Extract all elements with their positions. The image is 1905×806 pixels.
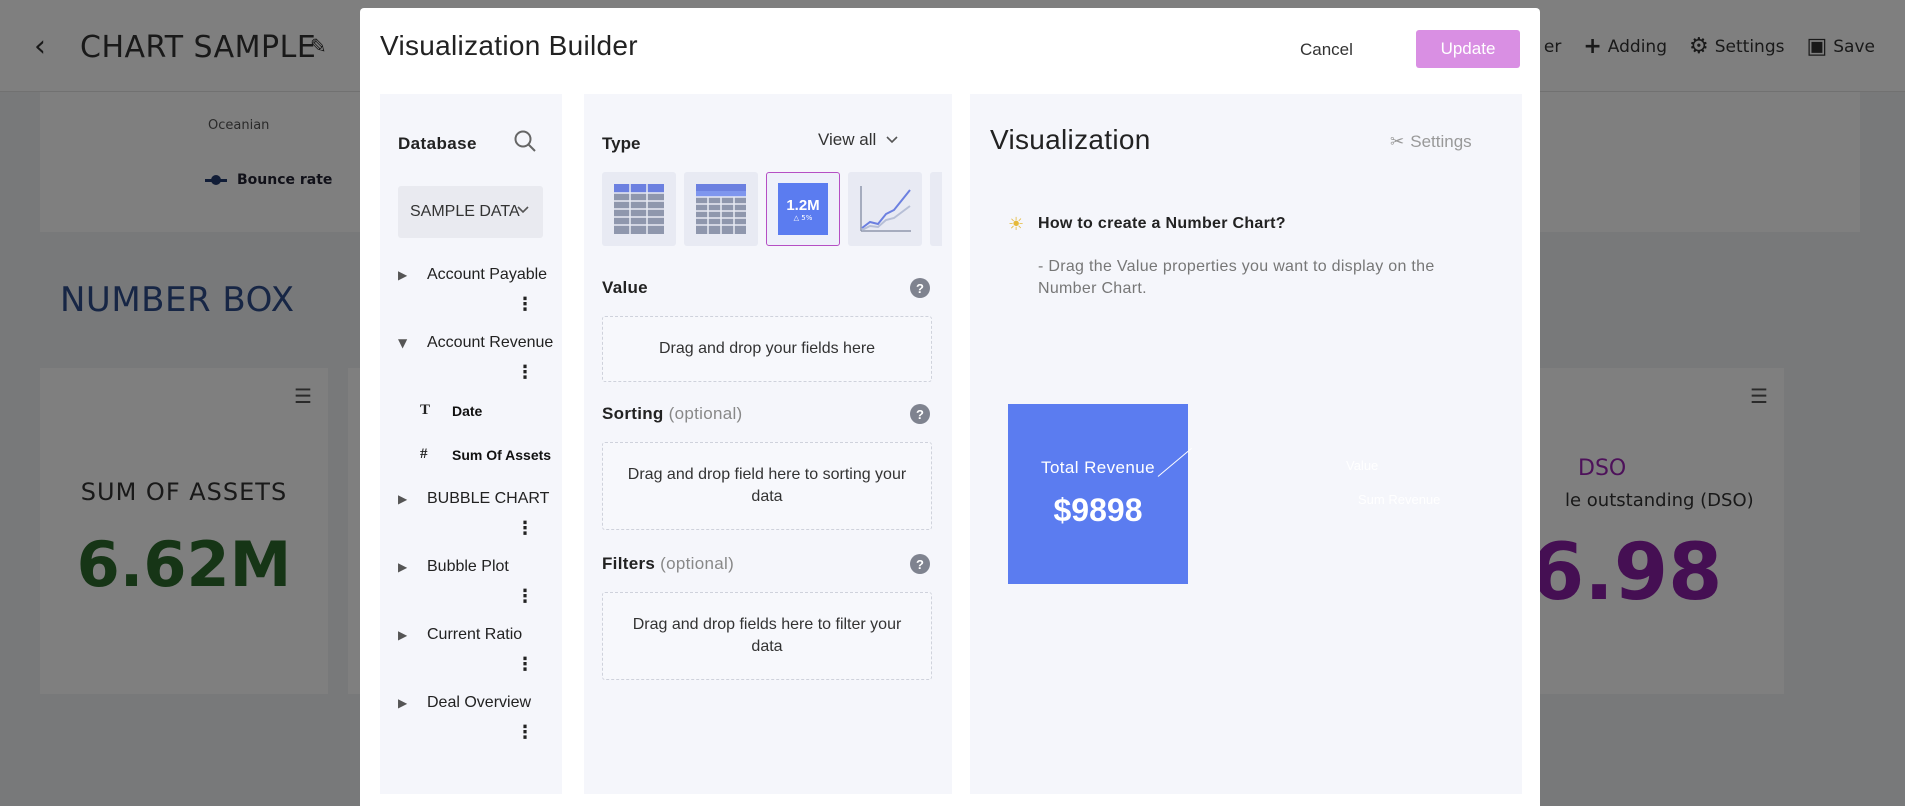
pivot-table-type-button[interactable]: [684, 172, 758, 246]
field-item[interactable]: # Sum Of Assets: [380, 446, 562, 490]
lightbulb-icon: ☀: [1008, 214, 1025, 235]
cancel-button[interactable]: Cancel: [1300, 40, 1353, 60]
tree-item-label: Deal Overview: [427, 694, 532, 711]
number-chart-preview: Total Revenue $9898: [1008, 404, 1188, 584]
caret-right-icon[interactable]: ▶: [398, 492, 407, 506]
more-vertical-icon[interactable]: ⋮: [516, 656, 534, 674]
view-all-label: View all: [818, 130, 877, 149]
tree-item[interactable]: ▶ Deal Overview ⋮: [380, 694, 562, 762]
caret-right-icon[interactable]: ▶: [398, 628, 407, 642]
update-button[interactable]: Update: [1416, 30, 1520, 68]
tree-item[interactable]: ▶ Bubble Plot ⋮: [380, 558, 562, 626]
visualization-settings-label: Settings: [1410, 132, 1472, 151]
sorting-label-text: Sorting: [602, 404, 664, 423]
number-chart-type-button[interactable]: 1.2M △ 5%: [766, 172, 840, 246]
filters-label: Filters (optional): [602, 554, 734, 574]
field-label: Date: [452, 403, 483, 419]
sorting-optional-text: (optional): [668, 404, 743, 423]
database-select-value: SAMPLE DATA: [410, 203, 520, 220]
number-chart-icon: 1.2M △ 5%: [778, 183, 828, 235]
tree-item[interactable]: ▶ BUBBLE CHART ⋮: [380, 490, 562, 558]
value-label: Value: [602, 278, 648, 298]
line-chart-type-button[interactable]: [848, 172, 922, 246]
database-select[interactable]: SAMPLE DATA: [398, 186, 543, 238]
number-chart-icon-value: 1.2M: [786, 196, 820, 214]
value-label-text: Value: [602, 278, 648, 297]
type-label: Type: [602, 134, 641, 153]
preview-label: Total Revenue: [1041, 458, 1155, 477]
chevron-down-icon: [886, 136, 898, 144]
tools-icon: ✂: [1390, 132, 1405, 151]
howto-title: How to create a Number Chart?: [1038, 215, 1286, 232]
table-tree: ▶ Account Payable ⋮ ▼ Account Revenue ⋮ …: [380, 266, 562, 762]
filters-label-text: Filters: [602, 554, 656, 573]
search-icon[interactable]: [512, 128, 538, 154]
line-chart-icon: [860, 186, 911, 232]
number-type-icon: #: [420, 446, 428, 462]
howto-description: - Drag the Value properties you want to …: [1038, 258, 1435, 297]
chart-type-list: 1.2M △ 5%: [602, 172, 942, 248]
caret-down-icon[interactable]: ▼: [398, 336, 407, 350]
filters-dropzone[interactable]: Drag and drop fields here to filter your…: [602, 592, 932, 680]
value-help-icon[interactable]: ?: [910, 278, 930, 298]
annotation-sum-label: Sum Revenue: [1358, 492, 1441, 507]
sorting-label: Sorting (optional): [602, 404, 743, 424]
more-vertical-icon[interactable]: ⋮: [516, 364, 534, 382]
caret-right-icon[interactable]: ▶: [398, 696, 407, 710]
tree-item[interactable]: ▼ Account Revenue ⋮: [380, 334, 562, 402]
sorting-help-icon[interactable]: ?: [910, 404, 930, 424]
more-vertical-icon[interactable]: ⋮: [516, 520, 534, 538]
tree-item-label: Account Payable: [427, 266, 548, 283]
more-vertical-icon[interactable]: ⋮: [516, 296, 534, 314]
database-panel: Database SAMPLE DATA ▶ Account Payable ⋮…: [380, 94, 562, 794]
table-icon: [614, 184, 664, 234]
annotation-value-label: Value: [1346, 458, 1379, 473]
type-panel: Type View all 1.2M △ 5% Value ? Drag and…: [584, 94, 952, 794]
value-dropzone[interactable]: Drag and drop your fields here: [602, 316, 932, 382]
chevron-down-icon: [517, 206, 529, 214]
more-vertical-icon[interactable]: ⋮: [516, 588, 534, 606]
tree-item-label: Current Ratio: [427, 626, 523, 643]
database-label: Database: [398, 134, 477, 153]
caret-right-icon[interactable]: ▶: [398, 560, 407, 574]
tree-item[interactable]: ▶ Account Payable ⋮: [380, 266, 562, 334]
field-item[interactable]: T Date: [380, 402, 562, 446]
modal-title: Visualization Builder: [380, 30, 638, 61]
preview-value: $9898: [1053, 492, 1143, 528]
more-vertical-icon[interactable]: ⋮: [516, 724, 534, 742]
pivot-table-icon: [696, 184, 746, 234]
table-type-button[interactable]: [602, 172, 676, 246]
visualization-settings-button[interactable]: ✂ Settings: [1390, 132, 1472, 152]
filters-optional-text: (optional): [660, 554, 735, 573]
sorting-dropzone[interactable]: Drag and drop field here to sorting your…: [602, 442, 932, 530]
caret-right-icon[interactable]: ▶: [398, 268, 407, 282]
text-type-icon: T: [420, 402, 431, 418]
tree-item-label: Account Revenue: [427, 334, 554, 351]
visualization-panel: Visualization ✂ Settings ☀ How to create…: [970, 94, 1522, 794]
view-all-dropdown[interactable]: View all: [818, 130, 900, 150]
visualization-title: Visualization: [990, 124, 1151, 155]
filters-help-icon[interactable]: ?: [910, 554, 930, 574]
tree-item-label: Bubble Plot: [427, 558, 509, 575]
visualization-builder-modal: Visualization Builder Cancel Update Data…: [360, 8, 1540, 806]
tree-item-label: BUBBLE CHART: [427, 490, 550, 507]
field-label: Sum Of Assets: [452, 447, 552, 463]
number-chart-icon-delta: △ 5%: [793, 213, 813, 222]
more-type-button[interactable]: [930, 172, 942, 246]
tree-item[interactable]: ▶ Current Ratio ⋮: [380, 626, 562, 694]
